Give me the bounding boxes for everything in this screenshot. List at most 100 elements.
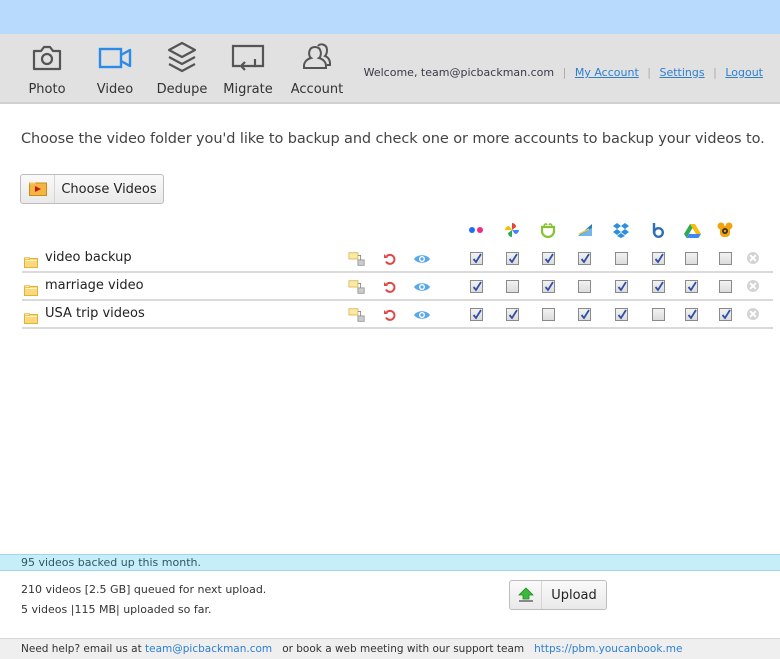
account-checkbox-dropbox[interactable] [615, 308, 628, 321]
layers-icon [167, 41, 197, 73]
account-checkbox-google-drive[interactable] [685, 308, 698, 321]
move-folder-icon[interactable] [348, 306, 366, 324]
folder-name: marriage video [45, 278, 144, 293]
google-photos-icon [503, 221, 521, 239]
help-text: Need help? email us at [21, 643, 146, 655]
nav-migrate[interactable]: Migrate [216, 40, 280, 97]
remove-folder-icon[interactable] [747, 308, 759, 320]
check-icon [580, 253, 590, 264]
account-checkbox-flickr[interactable] [470, 308, 483, 321]
check-icon [617, 309, 627, 320]
folder-name: USA trip videos [45, 306, 145, 321]
nav-account-label: Account [290, 82, 344, 97]
check-icon [544, 281, 554, 292]
folder-row: marriage video [22, 273, 773, 301]
welcome-text: Welcome, team@picbackman.com [363, 66, 555, 79]
nav-photo-label: Photo [28, 82, 66, 97]
reset-icon[interactable] [381, 278, 399, 296]
folder-icon [24, 253, 38, 272]
check-icon [721, 309, 731, 320]
account-checkbox-dropbox[interactable] [615, 280, 628, 293]
support-email-link[interactable]: team@picbackman.com [145, 643, 272, 655]
account-checkbox-google-drive[interactable] [685, 280, 698, 293]
divider: | [647, 66, 651, 79]
logout-link[interactable]: Logout [725, 66, 763, 79]
folder-row: USA trip videos [22, 301, 773, 329]
nav-video-label: Video [96, 82, 134, 97]
my-account-link[interactable]: My Account [575, 66, 639, 79]
folder-icon [24, 281, 38, 300]
account-checkbox-box[interactable] [652, 280, 665, 293]
account-checkbox-flickr[interactable] [470, 280, 483, 293]
account-checkbox-500px[interactable] [719, 280, 732, 293]
choose-videos-label: Choose Videos [61, 181, 157, 197]
upload-label: Upload [551, 587, 597, 603]
account-checkbox-zenfolio[interactable] [578, 308, 591, 321]
move-folder-icon[interactable] [348, 250, 366, 268]
settings-link[interactable]: Settings [659, 66, 704, 79]
check-icon [687, 281, 697, 292]
flickr-icon [467, 221, 485, 239]
nav-account[interactable]: Account [284, 40, 350, 97]
migrate-icon [231, 44, 265, 71]
view-eye-icon[interactable] [413, 250, 431, 268]
check-icon [580, 309, 590, 320]
check-icon [654, 253, 664, 264]
users-icon [303, 43, 331, 69]
browser-top-bar [0, 0, 780, 34]
check-icon [472, 281, 482, 292]
camera-icon [32, 45, 62, 71]
check-icon [687, 309, 697, 320]
account-checkbox-dropbox[interactable] [615, 252, 628, 265]
check-icon [617, 281, 627, 292]
account-checkbox-google-photos[interactable] [506, 252, 519, 265]
view-eye-icon[interactable] [413, 278, 431, 296]
dropbox-icon [612, 221, 630, 239]
account-checkbox-box[interactable] [652, 252, 665, 265]
nav-video[interactable]: Video [83, 40, 147, 97]
nav-dedupe-label: Dedupe [156, 82, 208, 97]
folder-row: video backup [22, 245, 773, 273]
view-eye-icon[interactable] [413, 306, 431, 324]
intro-text: Choose the video folder you'd like to ba… [21, 131, 765, 147]
uploaded-status: 5 videos |115 MB| uploaded so far. [21, 603, 212, 616]
account-checkbox-zenfolio[interactable] [578, 280, 591, 293]
check-icon [544, 253, 554, 264]
500px-icon [716, 221, 734, 239]
account-checkbox-box[interactable] [652, 308, 665, 321]
remove-folder-icon[interactable] [747, 280, 759, 292]
account-checkbox-google-drive[interactable] [685, 252, 698, 265]
help-middle-text: or book a web meeting with our support t… [275, 643, 531, 655]
account-checkbox-500px[interactable] [719, 252, 732, 265]
upload-arrow-icon [510, 581, 542, 609]
divider: | [562, 66, 567, 79]
account-checkbox-zenfolio[interactable] [578, 252, 591, 265]
move-folder-icon[interactable] [348, 278, 366, 296]
check-icon [508, 253, 518, 264]
nav-dedupe[interactable]: Dedupe [150, 40, 214, 97]
account-checkbox-smugmug[interactable] [542, 280, 555, 293]
main-nav: Photo Video Dedupe Migrate Account Welco… [0, 34, 780, 104]
booking-link[interactable]: https://pbm.youcanbook.me [534, 643, 682, 655]
welcome-bar: Welcome, team@picbackman.com | My Accoun… [364, 66, 763, 79]
account-checkbox-500px[interactable] [719, 308, 732, 321]
upload-button[interactable]: Upload [509, 580, 607, 610]
folder-icon [24, 309, 38, 328]
reset-icon[interactable] [381, 306, 399, 324]
check-icon [472, 253, 482, 264]
account-checkbox-google-photos[interactable] [506, 280, 519, 293]
queued-status: 210 videos [2.5 GB] queued for next uplo… [21, 583, 267, 596]
google-drive-icon [683, 221, 701, 239]
account-checkbox-smugmug[interactable] [542, 308, 555, 321]
remove-folder-icon[interactable] [747, 252, 759, 264]
nav-photo[interactable]: Photo [15, 40, 79, 97]
monthly-status-bar: 95 videos backed up this month. [0, 554, 780, 571]
choose-videos-button[interactable]: Choose Videos [20, 174, 164, 204]
nav-migrate-label: Migrate [223, 82, 273, 97]
box-icon [649, 221, 667, 239]
account-checkbox-google-photos[interactable] [506, 308, 519, 321]
reset-icon[interactable] [381, 250, 399, 268]
check-icon [654, 281, 664, 292]
account-checkbox-smugmug[interactable] [542, 252, 555, 265]
account-checkbox-flickr[interactable] [470, 252, 483, 265]
